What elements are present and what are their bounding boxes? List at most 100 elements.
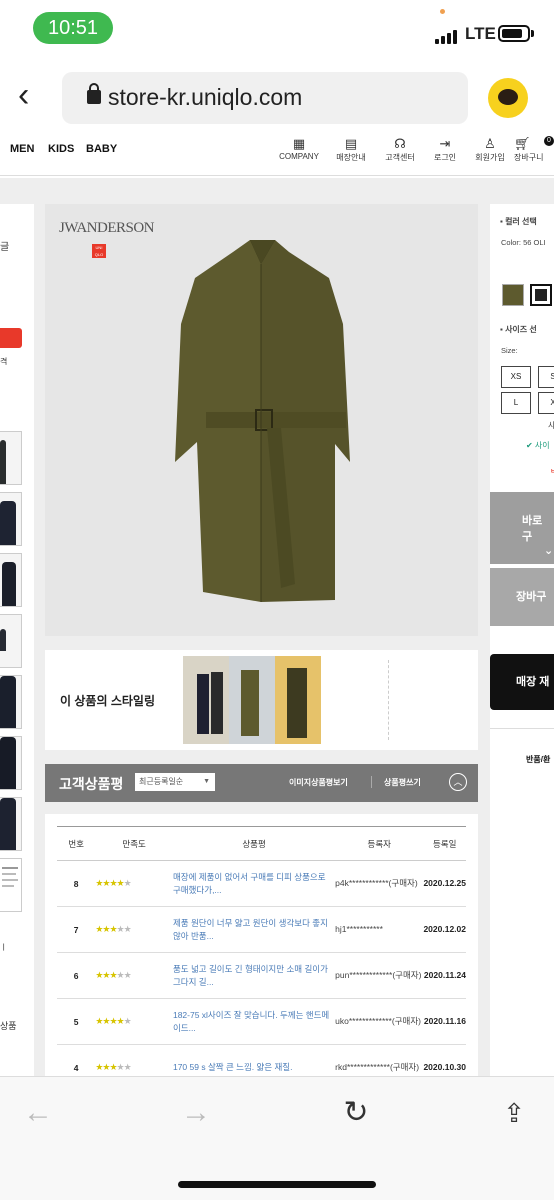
site-nav: MEN KIDS BABY ▦ COMPANY ▤ 매장안내 ☊ 고객센터 ⇥ … xyxy=(0,130,554,176)
battery-icon xyxy=(498,25,530,42)
nav-customer-center[interactable]: ☊ 고객센터 xyxy=(375,136,425,163)
left-partial-text: ㅣ xyxy=(0,943,8,952)
styling-title: 이 상품의 스타일링 xyxy=(60,694,155,708)
dropdown-arrow-icon: ▼ xyxy=(203,778,210,785)
cart-count-badge: 0 xyxy=(544,136,554,146)
table-row[interactable]: 8 ★★★★★ 매장에 제품이 없어서 구매를 디피 상품으로 구매했다가,... p… xyxy=(57,860,466,907)
table-row[interactable]: 7 ★★★★★ 제품 원단이 너무 얇고 원단이 생각보다 좋지 않아 반품... h… xyxy=(57,906,466,953)
forward-arrow-icon[interactable]: → xyxy=(176,1093,216,1133)
size-label: Size: xyxy=(501,346,518,355)
review-date: 2020.12.25 xyxy=(423,860,466,907)
review-title: 고객상품평 xyxy=(59,776,124,792)
browser-url-row: ‹ store-kr.uniqlo.com xyxy=(0,68,554,126)
left-partial-column: 글 격 ㅣ 상품 xyxy=(0,204,34,1076)
store-icon: ▤ xyxy=(344,136,358,151)
home-indicator xyxy=(178,1181,376,1188)
add-to-cart-button[interactable]: 장바구니 xyxy=(490,568,554,661)
nav-signup[interactable]: ♙ 회원가입 xyxy=(465,136,515,163)
thumbnail[interactable] xyxy=(0,797,22,851)
size-xs[interactable]: XS xyxy=(501,366,531,388)
left-partial-text: 상품 xyxy=(0,1021,17,1031)
reviewer: p4k************(구매자) xyxy=(335,860,424,907)
color-swatch-olive[interactable] xyxy=(502,284,524,306)
color-swatch-navy[interactable] xyxy=(530,284,552,306)
nav-company[interactable]: ▦ COMPANY xyxy=(274,136,324,161)
nav-store-info[interactable]: ▤ 매장안내 xyxy=(326,136,376,163)
styling-section: 이 상품의 스타일링 xyxy=(45,650,478,750)
write-review-link[interactable]: 상품평쓰기 xyxy=(384,777,421,788)
left-partial-text: 격 xyxy=(0,357,8,366)
reviewer: pun*************(구매자) xyxy=(335,952,424,999)
thumbnail[interactable] xyxy=(0,736,22,790)
buy-now-button[interactable]: 바로 구 ⌄ xyxy=(490,492,554,564)
size-select-title: ▪ 사이즈 선 xyxy=(500,325,537,334)
nav-cart[interactable]: 🛒︎ 장바구니 0 xyxy=(514,136,554,163)
browser-toolbar: ← → ↻ ⇪ xyxy=(0,1076,554,1200)
kakaotalk-chat-icon[interactable] xyxy=(488,78,528,118)
table-row[interactable]: 4 ★★★★★ 170 59 s 살짝 큰 느낌. 얇은 재질. rkd*******… xyxy=(57,1044,466,1076)
reviewer: uko*************(구매자) xyxy=(335,998,424,1045)
thumbnail[interactable] xyxy=(0,614,22,668)
color-select-title: ▪ 컬러 선택 xyxy=(500,217,537,226)
back-arrow-icon[interactable]: ← xyxy=(18,1093,58,1133)
store-stock-button[interactable]: 매장 재고 xyxy=(490,654,554,744)
location-dot-icon xyxy=(440,9,445,14)
image-reviews-link[interactable]: 이미지상품평보기 xyxy=(289,777,348,788)
nav-login[interactable]: ⇥ 로그인 xyxy=(420,136,470,163)
nav-baby[interactable]: BABY xyxy=(86,143,117,155)
headset-icon: ☊ xyxy=(394,136,406,151)
review-no: 6 xyxy=(57,952,96,999)
col-review: 상품평 xyxy=(172,826,336,861)
review-table-container: 번호 만족도 상품평 등록자 등록일 8 ★★★★★ 매장에 제품이 없어서 구매를… xyxy=(45,814,478,1076)
return-policy-link[interactable]: 반품/환 xyxy=(526,754,550,765)
nav-men[interactable]: MEN xyxy=(10,143,34,155)
review-table: 번호 만족도 상품평 등록자 등록일 8 ★★★★★ 매장에 제품이 없어서 구매를… xyxy=(57,826,466,1076)
chevron-down-icon: ⌄ xyxy=(544,545,554,557)
review-text-link[interactable]: 170 59 s 살짝 큰 느낌. 얇은 재질. xyxy=(172,1044,336,1076)
reload-icon[interactable]: ↻ xyxy=(336,1093,376,1133)
left-partial-text: 글 xyxy=(0,242,10,253)
network-label: LTE xyxy=(465,24,496,43)
review-sort-select[interactable]: 최근등록일순 ▼ xyxy=(135,773,215,791)
review-no: 4 xyxy=(57,1044,96,1076)
back-chevron-icon[interactable]: ‹ xyxy=(18,78,48,114)
thumbnail[interactable] xyxy=(0,675,22,729)
review-table-header: 번호 만족도 상품평 등록자 등록일 xyxy=(57,826,466,861)
thumbnail[interactable] xyxy=(0,858,22,912)
add-user-icon: ♙ xyxy=(484,136,496,151)
size-l[interactable]: L xyxy=(501,392,531,414)
left-red-button[interactable] xyxy=(0,328,22,348)
size-xl[interactable]: X xyxy=(538,392,554,414)
review-no: 5 xyxy=(57,998,96,1045)
check-icon: ✔ 사이 xyxy=(526,441,550,450)
table-row[interactable]: 6 ★★★★★ 품도 넓고 길이도 긴 형태이지만 소매 길이가 그다지 길... p… xyxy=(57,952,466,999)
thumbnail[interactable] xyxy=(0,553,22,607)
review-text-link[interactable]: 매장에 제품이 없어서 구매를 디피 상품으로 구매했다가,... xyxy=(172,860,336,907)
thumbnail[interactable] xyxy=(0,431,22,485)
review-no: 7 xyxy=(57,906,96,953)
signal-icon xyxy=(435,26,459,44)
nav-kids[interactable]: KIDS xyxy=(48,143,74,155)
address-bar[interactable]: store-kr.uniqlo.com xyxy=(62,72,468,124)
thumbnail[interactable] xyxy=(0,492,22,546)
page-content: 글 격 ㅣ 상품 JWANDERSON UNI QLO 이 상품의 스타일링 고… xyxy=(0,178,554,1076)
reviewer: hj1*********** xyxy=(335,906,424,953)
review-text-link[interactable]: 품도 넓고 길이도 긴 형태이지만 소매 길이가 그다지 길... xyxy=(172,952,336,999)
review-date: 2020.11.16 xyxy=(423,998,466,1045)
size-s[interactable]: S xyxy=(538,366,554,388)
review-date: 2020.12.02 xyxy=(423,906,466,953)
styling-image[interactable] xyxy=(183,656,321,744)
share-icon[interactable]: ⇪ xyxy=(494,1093,534,1133)
collapse-chevron-icon[interactable]: ︿ xyxy=(449,773,467,791)
review-text-link[interactable]: 제품 원단이 너무 얇고 원단이 생각보다 좋지 않아 반품... xyxy=(172,906,336,953)
url-text: store-kr.uniqlo.com xyxy=(108,84,303,110)
table-row[interactable]: 5 ★★★★★ 182-75 xl사이즈 잘 맞습니다. 두께는 핸드메이드... u… xyxy=(57,998,466,1045)
star-rating-icon: ★★★★★ xyxy=(95,906,173,953)
building-icon: ▦ xyxy=(292,136,306,151)
color-value: Color: 56 OLI xyxy=(501,238,546,247)
col-date: 등록일 xyxy=(423,826,466,861)
product-main-image[interactable]: JWANDERSON UNI QLO xyxy=(45,204,478,636)
review-text-link[interactable]: 182-75 xl사이즈 잘 맞습니다. 두께는 핸드메이드... xyxy=(172,998,336,1045)
lock-icon xyxy=(87,83,101,104)
status-time: 10:51 xyxy=(33,12,113,44)
